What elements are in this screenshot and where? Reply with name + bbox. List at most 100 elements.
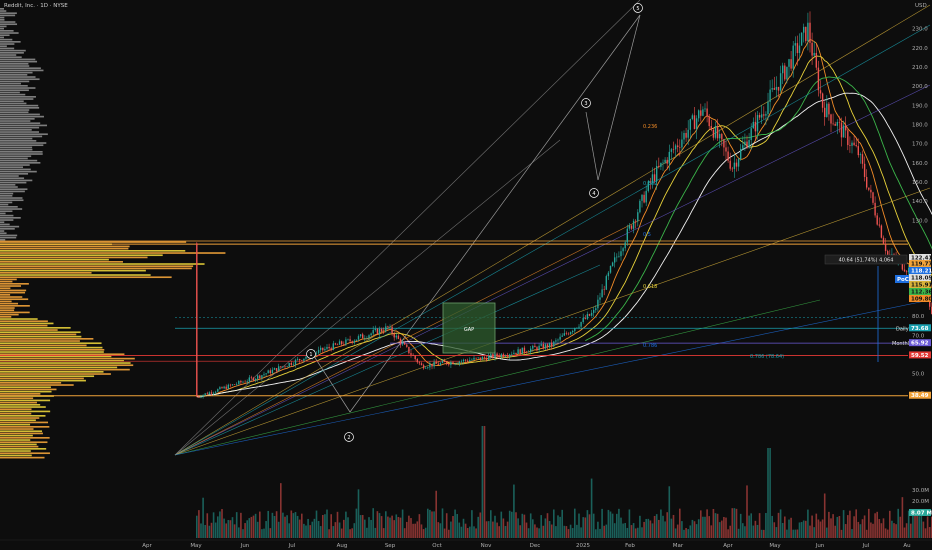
volume-bar [616,513,618,538]
volume-bar [420,524,423,538]
y-tick-label: 150.0 [912,180,928,186]
y-tick-label: 200.0 [912,84,928,90]
candle-body [563,333,565,336]
volume-bar [382,528,385,538]
volume-bar [431,511,433,538]
volume-bar [643,521,645,538]
volume-bar [918,516,920,538]
volume-bar [901,497,904,538]
candle-body [336,344,339,346]
volume-bar [880,523,883,538]
volume-bar [305,525,307,538]
price-tag-value: 119.77 [911,262,932,268]
volume-bar [805,520,807,538]
volume-bar [905,523,908,538]
candle-body [410,353,412,355]
vp-row [0,437,50,439]
volume-bar [924,528,927,538]
candle-body [807,22,809,42]
candle-body [443,360,446,363]
vp-row [0,232,7,235]
vp-row [0,309,15,312]
candle-body [708,116,710,127]
candle-body [338,341,341,345]
volume-bar [454,509,456,538]
volume-bar [511,511,513,538]
wave-number: 1 [309,352,312,358]
vp-row [0,82,21,85]
price-tag-value: 112.36 [911,290,932,296]
candle-body [702,109,704,116]
candle-body [364,338,366,339]
volume-bar [275,511,278,538]
volume-bar [565,526,568,538]
candle-body [479,357,481,360]
volume-bar [926,516,929,538]
volume-bar [338,522,341,538]
volume-bar [582,517,584,538]
x-tick-label: 2025 [576,543,590,549]
vp-row [0,452,50,455]
vp-row [0,87,36,89]
candle-body [414,355,416,360]
volume-bar [622,523,624,538]
volume-bar [702,516,704,538]
candle-body [616,256,618,258]
vp-row [0,311,30,314]
vp-row [0,146,33,149]
volume-bar [397,516,400,538]
candle-body [357,336,360,340]
volume-bar [345,511,347,538]
candle-body [252,377,255,381]
wave-number: 2 [347,435,350,441]
candle-body [729,160,731,169]
volume-bar [395,514,398,538]
candle-body [378,328,381,335]
poc-label: PoC [897,277,909,283]
volume-bar [506,521,509,538]
vp-row [0,426,50,428]
candle-body [259,375,261,379]
volume-bar [557,515,559,538]
candle-body [660,162,662,167]
candle-body [809,22,811,43]
volume-bar [456,514,458,538]
candle-body [761,114,763,118]
vp-row [0,30,14,32]
volume-bar [414,523,416,538]
vp-row [0,89,29,92]
volume-bar [735,508,738,538]
vp-row [0,417,40,419]
volume-bar [374,527,377,538]
vp-row [0,188,28,191]
candle-body [798,45,801,54]
candle-body [481,357,484,360]
candle-body [244,381,246,383]
candle-body [305,357,307,359]
wave-number: 5 [636,6,639,12]
volume-tag-value: 8.07 M [911,511,932,517]
price-chart[interactable]: GAP 1 2 3 4 5 0.236 0.382 0.5 0.618 0.786 0.786 (78… [0,0,932,550]
candle-body [611,262,614,266]
candle-body [439,362,442,365]
volume-bar [886,529,889,538]
candle-body [830,114,832,124]
candle-body [842,125,845,138]
volume-bar [460,526,463,538]
candle-body [236,384,238,385]
vp-row [0,296,23,298]
candle-body [880,225,883,238]
candle-body [792,45,794,69]
vp-row [0,113,40,116]
fib-label: 0.786 (78.64) [750,354,784,360]
volume-bar [435,490,437,538]
volume-bar [498,526,500,538]
candle-body [658,166,660,167]
candle-body [462,359,465,362]
candle-body [603,289,605,291]
volume-bar [198,510,200,538]
volume-bar [550,524,553,538]
candle-body [769,89,771,102]
volume-bar [613,523,616,538]
candle-body [385,326,387,332]
